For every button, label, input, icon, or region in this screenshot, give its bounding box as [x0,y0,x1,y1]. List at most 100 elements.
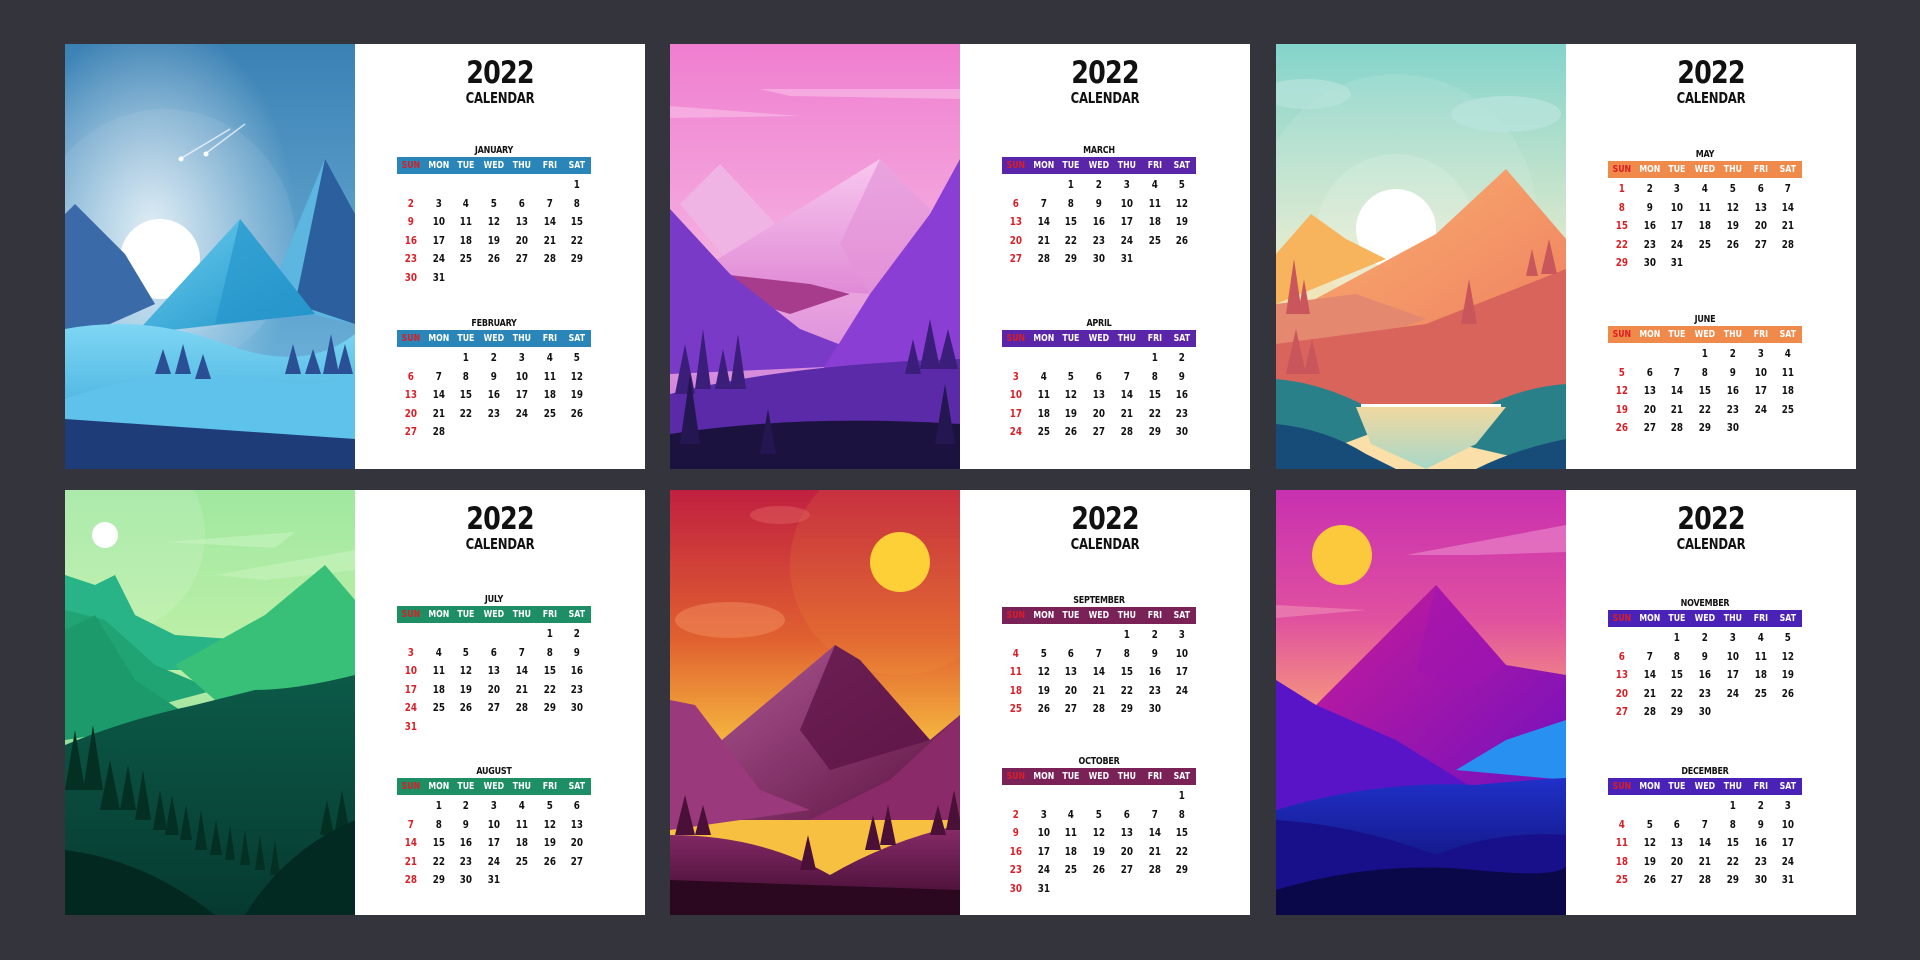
day-cell: 14 [1671,384,1684,397]
day-cell: 8 [1674,649,1681,663]
day-cell: 1 [1151,351,1158,364]
day-cell: 23 [1726,402,1739,416]
day-cell: 14 [1698,836,1712,849]
weekday-label: TUE [1062,610,1080,621]
day-cell: 18 [1148,215,1161,228]
weekday-label: MON [1033,160,1055,171]
day-cell: 5 [1785,631,1792,644]
day-cell: 7 [1151,807,1158,821]
day-cell: 6 [1012,196,1019,210]
day-cell: 12 [1782,649,1795,663]
day-cell: 28 [1120,425,1133,438]
day-cell: 3 [1179,628,1186,641]
weekday-label: MON [428,160,450,171]
day-cell: 10 [1176,646,1189,660]
day-cell: 24 [1782,854,1795,868]
day-cell: 3 [435,196,442,210]
day-cell: 18 [543,388,556,401]
empty-day-cell [1005,176,1027,195]
day-cell: 30 [1726,421,1739,434]
empty-day-cell [1666,345,1688,364]
day-cell: 25 [1754,686,1767,700]
day-cell: 29 [1065,252,1078,265]
day-cell: 4 [1785,347,1792,360]
weekday-label: SAT [1779,329,1797,340]
day-cell: 19 [1037,683,1050,697]
day-cell: 16 [460,836,473,849]
weekday-label: TUE [457,781,475,792]
weekday-label: SUN [1006,160,1026,171]
day-cell: 14 [1037,215,1050,228]
day-cell: 7 [1701,817,1709,831]
empty-day-cell [483,176,505,195]
day-cell: 22 [1176,844,1189,858]
day-cell: 10 [515,369,528,383]
empty-day-cell [1638,629,1660,648]
calendar-card-may-jun: 2022 CALENDAR MAY SUN MON TUE WED THU FRI SAT 1 2… [1276,44,1856,469]
day-cell: 21 [1698,854,1712,868]
day-cell: 19 [1782,668,1795,681]
day-cell: 25 [543,406,556,420]
day-cell: 20 [1065,683,1078,697]
day-cell: 1 [435,799,442,812]
year-title: 2022 [466,55,534,91]
day-cell: 15 [1176,826,1189,839]
weekday-header-bar: SUN MON TUE WED THU FRI SAT [397,157,591,174]
day-cell: 15 [1148,388,1161,401]
weekday-label: THU [1723,781,1742,792]
weekday-label: SUN [1006,771,1026,782]
day-cell: 6 [574,799,581,812]
day-cell: 1 [1179,789,1186,802]
weekday-label: MON [1033,333,1055,344]
day-cell: 15 [432,836,445,849]
day-cell: 28 [1782,237,1795,251]
day-cell: 31 [1037,881,1050,895]
day-cell: 11 [515,817,528,831]
day-cell: 6 [1068,646,1075,660]
day-cell: 19 [571,388,584,401]
day-cell: 26 [460,701,473,714]
month-name: SEPTEMBER [1073,595,1125,606]
day-cell: 14 [1092,665,1106,678]
day-grid: 1 2 3 4 5 6 7 8 9 10 11 12 13 14 15 16 17 18 19 20 21 22 23 24 2… [1608,629,1802,722]
day-cell: 13 [1615,668,1628,681]
weekday-label: SUN [1612,329,1632,340]
day-cell: 19 [1176,215,1189,228]
calendar-page: 2022 CALENDAR JANUARY SUN MON TUE WED THU FRI S… [355,44,645,469]
month-name: APRIL [1086,318,1112,329]
day-cell: 12 [1643,836,1656,849]
day-cell: 27 [1009,252,1022,265]
day-cell: 3 [1040,807,1047,821]
day-grid: 1 2 3 4 5 6 7 8 9 10 11 12 13 14 15 16 17 18 19 20 21 22 23 24 2… [1002,176,1196,269]
day-cell: 11 [1009,665,1022,678]
calendar-subtitle: CALENDAR [1676,535,1746,553]
day-cell: 6 [1674,817,1681,831]
empty-day-cell [1032,787,1054,806]
weekday-label: SAT [1173,771,1191,782]
day-cell: 18 [1615,854,1628,868]
day-cell: 5 [463,645,470,659]
weekday-label: SUN [401,781,421,792]
day-grid: 1 2 3 4 5 6 7 8 9 10 11 12 13 14 15 16 17 18 19 20 21 22 23 24 2… [1608,797,1802,890]
day-cell: 2 [463,799,470,812]
day-cell: 25 [1615,873,1628,886]
day-cell: 19 [1643,854,1656,868]
day-cell: 18 [1782,384,1795,397]
weekday-label: WED [1694,329,1716,340]
day-cell: 22 [1120,683,1133,697]
empty-day-cell [1088,349,1110,368]
day-cell: 24 [487,854,501,868]
day-cell: 21 [1120,406,1133,420]
day-cell: 23 [1009,863,1022,876]
empty-day-cell [1032,626,1054,645]
day-grid: 1 2 3 4 5 6 7 8 9 10 11 12 13 14 15 16 17 18 19 20 21 22 23 24 2… [1608,345,1802,438]
day-cell: 22 [571,233,584,247]
weekday-label: FRI [1753,781,1768,792]
mountain-sunset-illustration [670,490,960,915]
day-cell: 23 [460,854,473,868]
day-cell: 24 [1120,233,1133,247]
day-cell: 7 [407,817,414,831]
weekday-label: SUN [401,160,421,171]
day-cell: 22 [460,406,473,420]
day-cell: 24 [1754,402,1767,416]
